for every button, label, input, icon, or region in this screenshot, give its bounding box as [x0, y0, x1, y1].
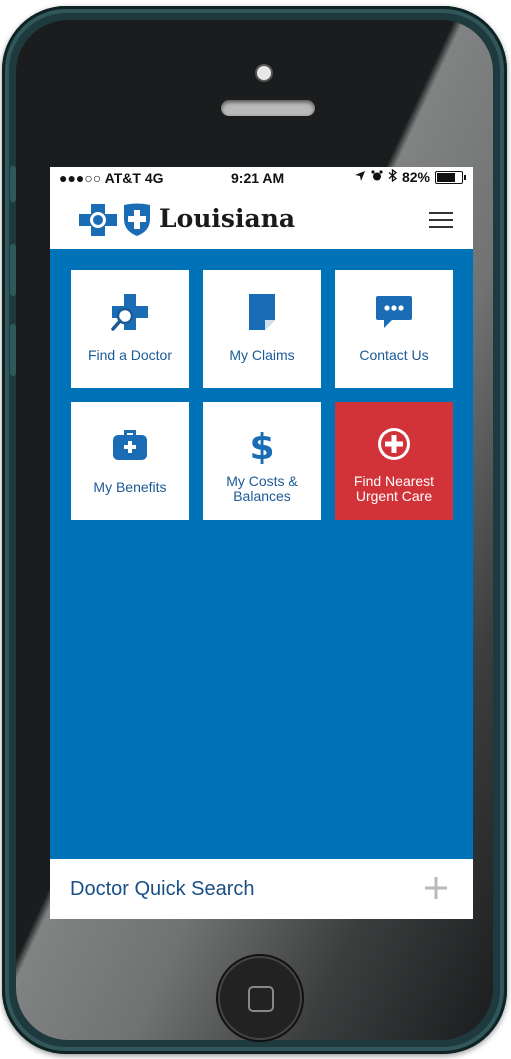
bcbs-logo	[78, 203, 152, 242]
tile-label: My Claims	[229, 347, 295, 363]
battery-percent: 82%	[401, 169, 430, 185]
doctor-quick-search-bar[interactable]: Doctor Quick Search	[50, 859, 473, 919]
home-button[interactable]	[218, 956, 302, 1040]
tile-my-costs-balances[interactable]: $ My Costs & Balances	[203, 402, 321, 520]
tile-find-nearest-urgent-care[interactable]: Find Nearest Urgent Care	[335, 402, 453, 520]
dollar-icon: $	[203, 424, 321, 464]
battery-fill	[437, 172, 455, 182]
tile-find-a-doctor[interactable]: Find a Doctor	[71, 270, 189, 388]
expand-plus-icon[interactable]	[423, 875, 449, 901]
front-camera	[255, 64, 273, 82]
svg-text:$: $	[249, 427, 274, 464]
document-icon	[203, 292, 321, 332]
tile-label: My Costs & Balances	[226, 473, 298, 504]
location-arrow-icon	[354, 169, 366, 185]
quick-search-label: Doctor Quick Search	[70, 878, 255, 900]
status-time: 9:21 AM	[231, 170, 285, 186]
brand-name: Louisiana	[159, 204, 296, 233]
find-doctor-icon	[71, 292, 189, 332]
bluetooth-icon	[388, 168, 398, 185]
tile-my-benefits[interactable]: My Benefits	[71, 402, 189, 520]
app-header: Louisiana	[50, 191, 473, 249]
tile-label: My Benefits	[93, 479, 167, 495]
medical-bag-icon	[71, 424, 189, 464]
alarm-icon	[371, 169, 383, 185]
tile-label: Contact Us	[359, 347, 429, 363]
home-square-icon	[248, 986, 274, 1012]
tile-my-claims[interactable]: My Claims	[203, 270, 321, 388]
plus-circle-icon	[335, 424, 453, 464]
hamburger-menu-icon[interactable]	[429, 212, 453, 230]
blue-shield-icon	[122, 203, 152, 242]
status-bar: ●●●○○ AT&T 4G 9:21 AM 82%	[50, 167, 473, 191]
tile-label: Find Nearest Urgent Care	[353, 473, 435, 504]
earpiece-speaker	[221, 100, 315, 116]
carrier-signal: ●●●○○ AT&T 4G	[59, 170, 164, 186]
chat-icon	[335, 292, 453, 332]
tile-contact-us[interactable]: Contact Us	[335, 270, 453, 388]
status-right: 82%	[354, 168, 466, 185]
battery-icon	[435, 170, 466, 184]
blue-cross-icon	[78, 203, 118, 242]
tile-label: Find a Doctor	[87, 347, 173, 363]
app-screen: ●●●○○ AT&T 4G 9:21 AM 82% Louisiana Find…	[50, 167, 473, 919]
